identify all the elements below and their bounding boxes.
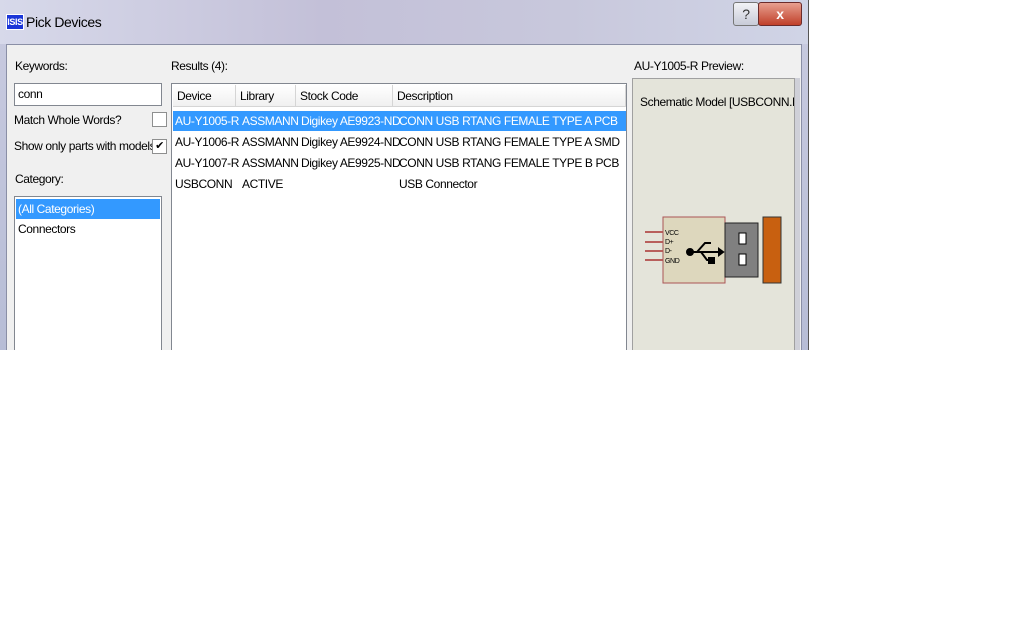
library-cell: ASSMANN — [242, 114, 299, 128]
svg-text:D+: D+ — [665, 239, 674, 246]
stock-code-cell: Digikey AE9923-ND — [301, 114, 401, 128]
pin-label: VCC — [665, 230, 679, 237]
table-row[interactable]: USBCONN ACTIVE USB Connector — [173, 174, 626, 194]
help-button[interactable]: ? — [733, 2, 759, 26]
close-button[interactable]: x — [758, 2, 802, 26]
category-item[interactable]: (All Categories) — [16, 199, 160, 219]
device-cell: AU-Y1005-R — [175, 114, 240, 128]
column-header-description[interactable]: Description — [393, 85, 626, 107]
app-icon: ISIS — [6, 14, 24, 30]
preview-label: AU-Y1005-R Preview: — [634, 59, 744, 73]
match-whole-words-label: Match Whole Words? — [14, 113, 122, 127]
match-whole-words-checkbox[interactable] — [152, 112, 167, 127]
device-cell: AU-Y1006-R — [175, 135, 240, 149]
show-models-label: Show only parts with models? — [14, 139, 162, 153]
keywords-input[interactable]: conn — [14, 83, 162, 106]
usb-connector-symbol: VCC D+ D- GND — [645, 216, 782, 284]
pick-devices-dialog: ISIS Pick Devices ? x Keywords: conn Mat… — [0, 0, 809, 350]
library-cell: ACTIVE — [242, 177, 283, 191]
description-cell: CONN USB RTANG FEMALE TYPE A PCB — [399, 114, 618, 128]
window-title: Pick Devices — [26, 14, 102, 30]
checkmark-icon: ✔ — [155, 140, 164, 152]
column-header-library[interactable]: Library — [236, 85, 296, 107]
library-cell: ASSMANN — [242, 135, 299, 149]
column-header-stock-code[interactable]: Stock Code — [296, 85, 393, 107]
svg-text:D-: D- — [665, 248, 673, 255]
description-cell: CONN USB RTANG FEMALE TYPE A SMD — [399, 135, 620, 149]
library-cell: ASSMANN — [242, 156, 299, 170]
svg-text:GND: GND — [665, 258, 680, 265]
scrollbar[interactable] — [795, 78, 800, 350]
table-row[interactable]: AU-Y1006-R ASSMANN Digikey AE9924-ND CON… — [173, 132, 626, 152]
show-models-checkbox[interactable]: ✔ — [152, 139, 167, 154]
results-label: Results (4): — [171, 59, 228, 73]
table-row[interactable]: AU-Y1005-R ASSMANN Digikey AE9923-ND CON… — [173, 111, 626, 131]
device-cell: USBCONN — [175, 177, 233, 191]
table-row[interactable]: AU-Y1007-R ASSMANN Digikey AE9925-ND CON… — [173, 153, 626, 173]
keywords-label: Keywords: — [15, 59, 68, 73]
title-bar[interactable]: ISIS Pick Devices ? x — [0, 0, 808, 44]
preview-pane: Schematic Model [USBCONN.MDF VCC D+ D- GND — [632, 78, 795, 350]
category-item[interactable]: Connectors — [18, 219, 76, 239]
description-cell: CONN USB RTANG FEMALE TYPE B PCB — [399, 156, 619, 170]
stock-code-cell: Digikey AE9925-ND — [301, 156, 401, 170]
results-table[interactable]: Device Library Stock Code Description AU… — [171, 83, 627, 350]
column-header-device[interactable]: Device — [173, 85, 236, 107]
stock-code-cell: Digikey AE9924-ND — [301, 135, 401, 149]
dialog-body: Keywords: conn Match Whole Words? Show o… — [6, 44, 802, 350]
category-list[interactable]: (All Categories) Connectors — [14, 196, 162, 350]
device-cell: AU-Y1007-R — [175, 156, 240, 170]
schematic-model-text: Schematic Model [USBCONN.MDF — [640, 95, 794, 109]
description-cell: USB Connector — [399, 177, 478, 191]
category-label: Category: — [15, 172, 64, 186]
